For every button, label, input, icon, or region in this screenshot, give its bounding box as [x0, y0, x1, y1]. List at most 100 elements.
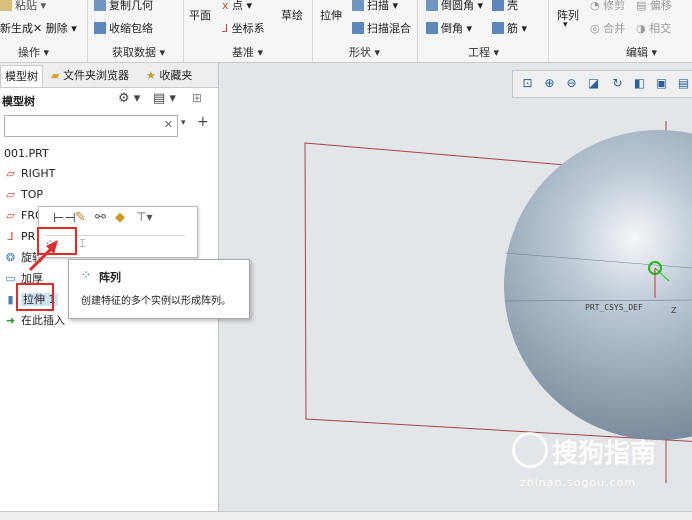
show-icon[interactable]: ▤ ▾ [153, 91, 176, 106]
ribbon-divider [417, 0, 418, 62]
tooltip-description: 创建特征的多个实例以形成阵列。 [81, 296, 231, 307]
coordsys-icon: ⅃ [7, 230, 14, 243]
ribbon: 粘贴 ▾ 新生成 ✕ 删除 ▾ 操作 ▾ 复制几何 收缩包络 获取数据 ▾ 平面… [0, 0, 692, 63]
plane-icon: ▱ [6, 188, 15, 201]
round-icon [426, 0, 438, 11]
shell-icon [492, 0, 504, 11]
edit-dimensions-icon[interactable]: ⊢⊣ [53, 211, 76, 226]
clear-icon[interactable]: ✕ [164, 118, 173, 131]
pattern-button[interactable]: 阵列 [557, 7, 579, 23]
appearance-icon[interactable]: ◆ [115, 210, 125, 225]
paste-button[interactable]: 粘贴 ▾ [0, 0, 46, 13]
group-shapes[interactable]: 形状 ▾ [349, 44, 380, 60]
panel-tab-bar: 模型树 ▰ 文件夹浏览器 ★ 收藏夹 [0, 63, 218, 88]
watermark-icon [512, 432, 548, 468]
tree-settings-icon[interactable]: ⚙ ▾ [118, 91, 140, 106]
tree-search-input[interactable]: ✕ [4, 115, 178, 137]
axis-z-label: Z [671, 306, 677, 315]
sketch-button[interactable]: 草绘 [281, 7, 303, 23]
plane-icon: ▱ [6, 167, 15, 180]
tree-item-top[interactable]: ▱ TOP [4, 186, 43, 204]
tab-model-tree[interactable]: 模型树 [0, 65, 43, 87]
view-manager-icon[interactable]: ▤ [675, 75, 692, 92]
revolve-icon: ❂ [5, 251, 16, 264]
filter-icon[interactable]: ⊞ [192, 91, 202, 105]
coordsys-icon: ⅃ [222, 22, 229, 35]
rib-button[interactable]: 筋 ▾ [492, 20, 527, 36]
star-icon: ★ [146, 69, 156, 82]
rib-icon [492, 22, 504, 34]
zoom-in-icon[interactable]: ⊕ [541, 75, 558, 92]
plane-button[interactable]: 平面 [189, 7, 211, 23]
intersect-icon: ◑ [636, 22, 646, 35]
group-get-data[interactable]: 获取数据 ▾ [112, 44, 165, 60]
sweep-button[interactable]: 扫描 ▾ [352, 0, 398, 13]
delete-button[interactable]: ✕ 删除 ▾ [33, 20, 77, 36]
swept-blend-icon [352, 22, 364, 34]
round-button[interactable]: 倒圆角 ▾ [426, 0, 483, 13]
shrinkwrap-icon [94, 22, 106, 34]
plane-icon: ▱ [6, 209, 15, 222]
spin-icon[interactable]: ↻ [609, 75, 626, 92]
trim-button[interactable]: ◔ 修剪 [590, 0, 625, 13]
copy-geometry-icon [94, 0, 106, 11]
chamfer-icon [426, 22, 438, 34]
copy-geometry-button[interactable]: 复制几何 [94, 0, 153, 13]
more-icon[interactable]: ⌶ [79, 237, 86, 251]
extrude-button[interactable]: 拉伸 [320, 7, 342, 23]
paste-icon [0, 0, 12, 11]
offset-icon: ▤ [636, 0, 647, 12]
repaint-icon[interactable]: ◪ [585, 75, 602, 92]
ribbon-divider [87, 0, 88, 62]
pattern-icon: ⁘ [81, 268, 92, 282]
offset-button[interactable]: ▤ 偏移 [636, 0, 672, 13]
pattern-tooltip: ⁘ 阵列 创建特征的多个实例以形成阵列。 [68, 259, 250, 319]
saved-views-icon[interactable]: ▣ [653, 75, 670, 92]
group-engineering[interactable]: 工程 ▾ [468, 44, 499, 60]
swept-blend-button[interactable]: 扫描混合 [352, 20, 411, 36]
insert-arrow-icon: ➜ [5, 314, 16, 327]
edit-references-icon[interactable]: ⚯ [95, 210, 106, 225]
search-dropdown[interactable]: ▾ [181, 118, 186, 128]
tree-item-part[interactable]: 001.PRT [4, 145, 49, 163]
generate-button[interactable]: 新生成 [0, 20, 33, 36]
highlight-extrude [16, 283, 54, 311]
ribbon-divider [312, 0, 313, 62]
group-operations[interactable]: 操作 ▾ [18, 44, 49, 60]
refit-icon[interactable]: ⊡ [519, 75, 536, 92]
trim-icon: ◔ [590, 0, 600, 12]
folder-icon: ▰ [51, 69, 60, 82]
tooltip-title: 阵列 [99, 271, 121, 284]
pattern-dropdown[interactable]: ▾ [563, 20, 568, 30]
close-icon: ✕ [33, 22, 43, 35]
hierarchy-icon[interactable]: ⊤▾ [136, 210, 152, 224]
chamfer-button[interactable]: 倒角 ▾ [426, 20, 472, 36]
add-icon[interactable]: + [197, 114, 209, 130]
merge-icon: ◎ [590, 22, 600, 35]
watermark-logo: 搜狗指南 [512, 432, 656, 470]
group-datum[interactable]: 基准 ▾ [232, 44, 263, 60]
intersect-button[interactable]: ◑ 相交 [636, 20, 671, 36]
zoom-out-icon[interactable]: ⊖ [563, 75, 580, 92]
shell-button[interactable]: 壳 [492, 0, 518, 13]
point-button[interactable]: x 点 ▾ [222, 0, 252, 13]
ribbon-divider [183, 0, 184, 62]
sweep-icon [352, 0, 364, 11]
display-style-icon[interactable]: ◧ [631, 75, 648, 92]
coordsys-button[interactable]: ⅃ 坐标系 [222, 20, 265, 36]
merge-button[interactable]: ◎ 合并 [590, 20, 625, 36]
tab-folder-browser[interactable]: ▰ 文件夹浏览器 [47, 65, 133, 86]
point-icon: x [222, 0, 229, 12]
tree-item-insert-here[interactable]: ➜ 在此插入 [4, 312, 65, 330]
group-editing[interactable]: 编辑 ▾ [626, 44, 657, 60]
annotation-arrow [28, 240, 58, 272]
sphere-model[interactable] [504, 130, 692, 440]
shrinkwrap-button[interactable]: 收缩包络 [94, 20, 153, 36]
ribbon-divider [548, 0, 549, 62]
tab-favorites[interactable]: ★ 收藏夹 [142, 65, 196, 86]
edit-definition-icon[interactable]: ✎ [75, 210, 86, 225]
panel-header: 模型树 [2, 95, 35, 108]
csys-label: PRT_CSYS_DEF [585, 303, 643, 312]
view-toolbar: ⊡ ⊕ ⊖ ◪ ↻ ◧ ▣ ▤ [512, 70, 692, 98]
tree-item-right[interactable]: ▱ RIGHT [4, 165, 55, 183]
